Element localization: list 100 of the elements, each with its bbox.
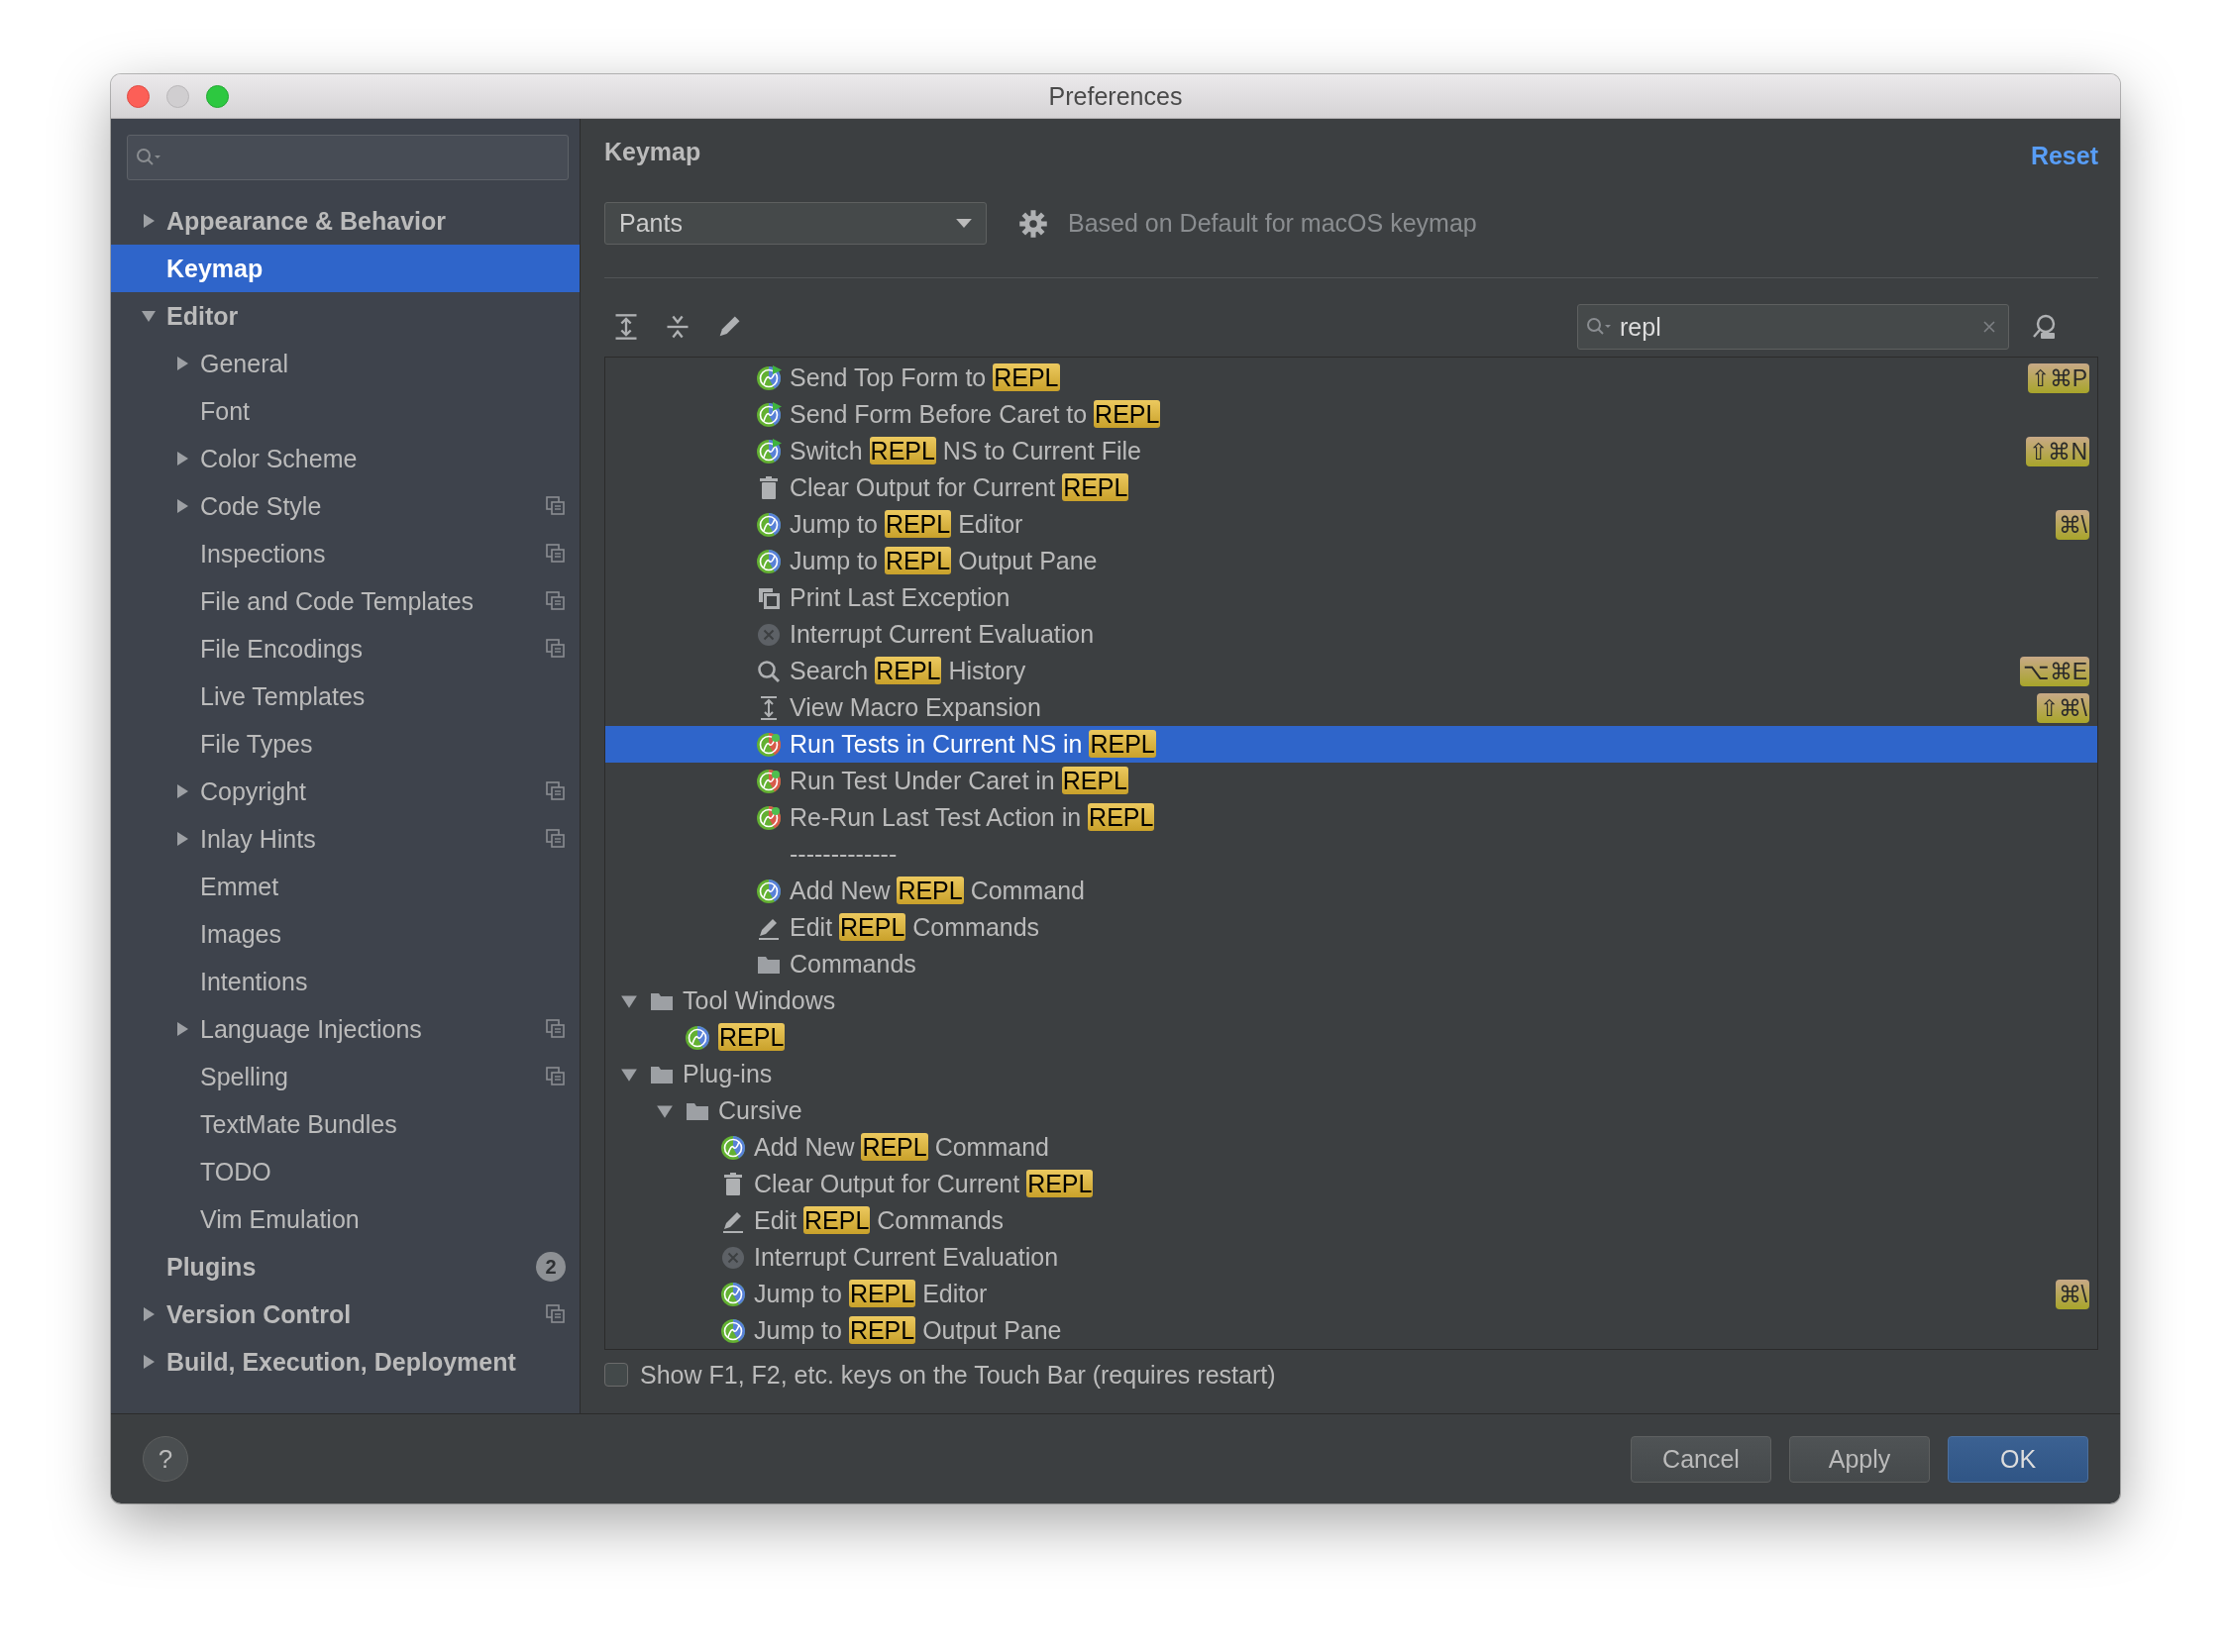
- action-row[interactable]: Send Form Before Caret to REPL: [605, 396, 2097, 433]
- sidebar-item[interactable]: Keymap: [111, 245, 580, 292]
- action-row[interactable]: Jump to REPL Editor ⌘\: [605, 1276, 2097, 1312]
- shortcut-badge: ⌥⌘E: [2019, 656, 2089, 686]
- expand-arrow-icon[interactable]: [174, 451, 190, 466]
- expand-arrow-icon[interactable]: [141, 1306, 157, 1322]
- sidebar-item[interactable]: General: [111, 340, 580, 387]
- test-logo-icon: [756, 731, 782, 758]
- based-on-text: Based on Default for macOS keymap: [1068, 209, 1477, 238]
- keymap-dropdown[interactable]: Pants: [604, 202, 987, 245]
- action-row[interactable]: -------------: [605, 836, 2097, 873]
- action-row[interactable]: Add New REPL Command: [605, 1129, 2097, 1166]
- action-row[interactable]: Edit REPL Commands: [605, 909, 2097, 946]
- sidebar-item[interactable]: Vim Emulation: [111, 1195, 580, 1243]
- action-row[interactable]: Jump to REPL Editor ⌘\: [605, 506, 2097, 543]
- sidebar-item[interactable]: Appearance & Behavior: [111, 197, 580, 245]
- sidebar-item[interactable]: Editor: [111, 292, 580, 340]
- action-row[interactable]: Switch REPL NS to Current File ⇧⌘N: [605, 433, 2097, 469]
- action-row[interactable]: Cursive: [605, 1092, 2097, 1129]
- action-row[interactable]: Send Top Form to REPL ⇧⌘P: [605, 360, 2097, 396]
- count-badge: 2: [536, 1252, 566, 1282]
- stop-icon: [756, 621, 782, 648]
- search-icon: [136, 148, 161, 167]
- zoom-button[interactable]: [206, 84, 229, 108]
- stop-icon: [720, 1244, 746, 1271]
- shortcut-badge: ⇧⌘N: [2026, 436, 2089, 466]
- action-row[interactable]: Run Test Under Caret in REPL: [605, 763, 2097, 799]
- expand-arrow-icon[interactable]: [174, 1021, 190, 1037]
- expand-arrow-icon[interactable]: [174, 783, 190, 799]
- action-row[interactable]: REPL: [605, 1019, 2097, 1056]
- sidebar-item[interactable]: File and Code Templates: [111, 577, 580, 625]
- ok-button[interactable]: OK: [1948, 1435, 2088, 1483]
- cancel-button[interactable]: Cancel: [1631, 1435, 1771, 1483]
- sidebar-item[interactable]: File Encodings: [111, 625, 580, 672]
- logo-icon: [756, 878, 782, 904]
- action-row[interactable]: Plug-ins: [605, 1056, 2097, 1092]
- logo-icon: [685, 1024, 710, 1051]
- page-title: Keymap: [604, 137, 701, 166]
- shortcut-badge: ⌘\: [2055, 509, 2089, 540]
- sidebar-item[interactable]: Inspections: [111, 530, 580, 577]
- close-button[interactable]: [127, 84, 150, 108]
- logo-icon: [756, 548, 782, 574]
- sidebar-item[interactable]: Copyright: [111, 768, 580, 815]
- expand-arrow-icon[interactable]: [141, 1354, 157, 1370]
- action-row[interactable]: Interrupt Current Evaluation: [605, 616, 2097, 653]
- sidebar-item[interactable]: Spelling: [111, 1053, 580, 1100]
- settings-icon[interactable]: [1018, 208, 1048, 239]
- sidebar-item[interactable]: Inlay Hints: [111, 815, 580, 863]
- clear-icon[interactable]: [1982, 320, 1996, 334]
- checkbox[interactable]: [604, 1363, 628, 1387]
- action-row[interactable]: Clear Output for Current REPL: [605, 1166, 2097, 1202]
- action-row[interactable]: Clear Output for Current REPL: [605, 469, 2097, 506]
- logo-icon: [720, 1281, 746, 1307]
- shortcut-badge: ⌘\: [2055, 1279, 2089, 1309]
- send-logo-icon: [756, 438, 782, 465]
- search-icon: [1586, 317, 1612, 337]
- search-field[interactable]: [127, 135, 569, 180]
- help-button[interactable]: ?: [143, 1436, 188, 1482]
- sidebar-item[interactable]: Intentions: [111, 958, 580, 1005]
- action-row[interactable]: Interrupt Current Evaluation: [605, 1239, 2097, 1276]
- send-logo-icon: [756, 364, 782, 391]
- caret-icon: [956, 219, 972, 228]
- reset-link[interactable]: Reset: [2030, 141, 2098, 170]
- action-row[interactable]: Jump to REPL Output Pane: [605, 1312, 2097, 1349]
- checkbox-label[interactable]: Show F1, F2, etc. keys on the Touch Bar (requires restart): [640, 1360, 1276, 1390]
- action-row[interactable]: Edit REPL Commands: [605, 1202, 2097, 1239]
- sidebar-item[interactable]: Version Control: [111, 1291, 580, 1338]
- sidebar-item[interactable]: Color Scheme: [111, 435, 580, 482]
- logo-icon: [720, 1317, 746, 1344]
- sidebar-item[interactable]: Language Injections: [111, 1005, 580, 1053]
- shortcut-badge: ⇧⌘\: [2036, 692, 2089, 723]
- test-logo-icon: [756, 768, 782, 794]
- action-row[interactable]: Jump to REPL Output Pane: [605, 543, 2097, 579]
- expand-arrow-icon[interactable]: [141, 308, 157, 324]
- sidebar-item[interactable]: File Types: [111, 720, 580, 768]
- sidebar-item[interactable]: Build, Execution, Deployment: [111, 1338, 580, 1386]
- sidebar-item[interactable]: TODO: [111, 1148, 580, 1195]
- sidebar-item[interactable]: Emmet: [111, 863, 580, 910]
- action-row[interactable]: Commands: [605, 946, 2097, 982]
- expand-arrow-icon[interactable]: [174, 498, 190, 514]
- sidebar-item[interactable]: Font: [111, 387, 580, 435]
- sidebar-item[interactable]: Live Templates: [111, 672, 580, 720]
- sidebar-item[interactable]: Code Style: [111, 482, 580, 530]
- sidebar-item[interactable]: Plugins 2: [111, 1243, 580, 1291]
- action-row[interactable]: View Macro Expansion ⇧⌘\: [605, 689, 2097, 726]
- apply-button[interactable]: Apply: [1789, 1435, 1930, 1483]
- expand-arrow-icon[interactable]: [174, 831, 190, 847]
- sidebar-item[interactable]: Images: [111, 910, 580, 958]
- sidebar-item[interactable]: TextMate Bundles: [111, 1100, 580, 1148]
- action-row[interactable]: Search REPL History ⌥⌘E: [605, 653, 2097, 689]
- action-row[interactable]: Print Last Exception: [605, 579, 2097, 616]
- expand-arrow-icon[interactable]: [174, 356, 190, 371]
- test-logo-icon: [756, 804, 782, 831]
- search-field[interactable]: repl: [1577, 304, 2009, 350]
- search-icon: [756, 658, 782, 684]
- expand-arrow-icon[interactable]: [141, 213, 157, 229]
- action-row[interactable]: Run Tests in Current NS in REPL: [605, 726, 2097, 763]
- action-row[interactable]: Tool Windows: [605, 982, 2097, 1019]
- action-row[interactable]: Re-Run Last Test Action in REPL: [605, 799, 2097, 836]
- action-row[interactable]: Add New REPL Command: [605, 873, 2097, 909]
